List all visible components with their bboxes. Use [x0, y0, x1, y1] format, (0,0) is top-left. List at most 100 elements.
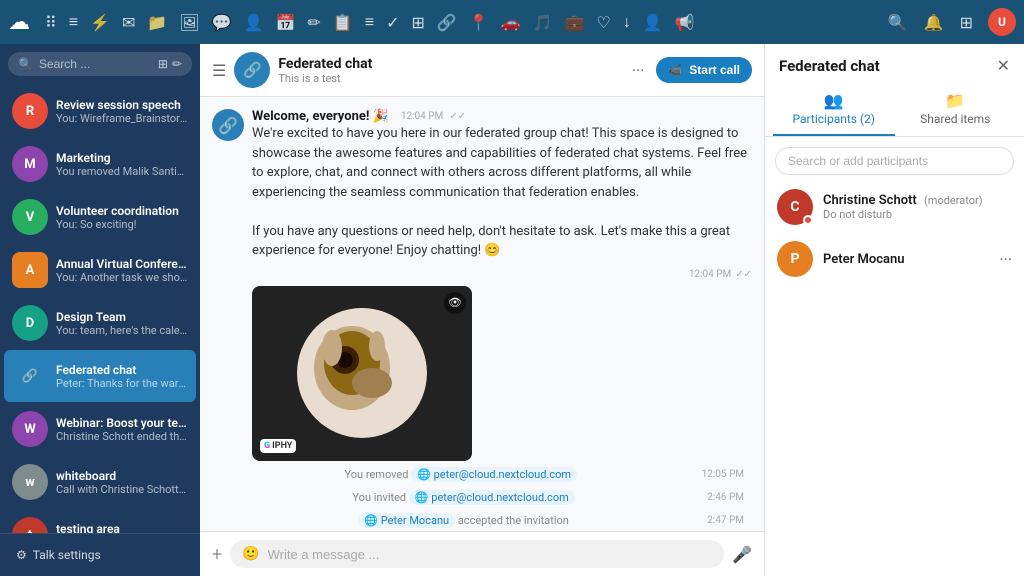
sidebar-item-text: testing area You: New whiteboard.whitboa…	[56, 522, 188, 534]
sidebar-item-design[interactable]: D Design Team You: team, here's the cale…	[4, 297, 196, 349]
user-chip: 🌐 peter@cloud.nextcloud.com	[411, 467, 577, 482]
conversation-preview: Christine Schott ended the call...	[56, 430, 188, 443]
sidebar-item-annual[interactable]: A Annual Virtual Conference You: Another…	[4, 244, 196, 296]
sidebar-item-webinar[interactable]: W Webinar: Boost your team's p... Christ…	[4, 403, 196, 455]
messages-area: 🔗 Welcome, everyone! 🎉 12:04 PM ✓✓ We're…	[200, 97, 764, 531]
chat-area: ☰ 🔗 Federated chat This is a test ··· 📹 …	[200, 44, 764, 576]
check-icon[interactable]: ✓	[381, 9, 404, 36]
add-attachment-button[interactable]: +	[212, 544, 222, 565]
list-icon[interactable]: ≡	[360, 8, 379, 36]
right-panel-title: Federated chat	[779, 57, 880, 75]
announce-icon[interactable]: 📢	[670, 9, 700, 36]
right-panel-tabs: 👥 Participants (2) 📁 Shared items	[765, 83, 1024, 137]
message-time: 12:04 PM	[401, 111, 443, 122]
message-input-wrap: 🙂	[230, 540, 724, 568]
portfolio-icon[interactable]: 💼	[560, 9, 590, 36]
sidebar-item-text: whiteboard Call with Christine Schott an…	[56, 469, 188, 496]
message-text: We're excited to have you here in our fe…	[252, 124, 752, 261]
participant-item-christine: C Christine Schott (moderator) Do not di…	[765, 181, 1024, 233]
video-icon: 📹	[668, 63, 683, 77]
hamburger-icon[interactable]: ☰	[212, 61, 226, 80]
download-icon[interactable]: ↓	[618, 8, 636, 36]
message-sender: Welcome, everyone! 🎉	[252, 109, 389, 124]
message-input[interactable]	[268, 547, 712, 562]
system-message-invited: You invited 🌐 peter@cloud.nextcloud.com …	[212, 488, 752, 507]
sidebar-item-marketing[interactable]: M Marketing You removed Malik Santiago	[4, 138, 196, 190]
heart-icon[interactable]: ♡	[591, 9, 615, 36]
search-input[interactable]	[39, 57, 152, 71]
chat-icon[interactable]: 💬	[207, 9, 237, 36]
search-icon[interactable]: 🔍	[883, 9, 913, 36]
filter-icon[interactable]: ⊞	[158, 57, 168, 71]
transport-icon[interactable]: 🚗	[496, 9, 526, 36]
system-text: You removed 🌐 peter@cloud.nextcloud.com	[220, 468, 702, 481]
conversation-name: testing area	[56, 522, 188, 534]
tab-shared-label: Shared items	[920, 112, 990, 126]
conversation-name: Federated chat	[56, 363, 188, 377]
sidebar-search-actions: ⊞ ✏	[158, 57, 182, 71]
sidebar-bottom: ⚙ Talk settings	[0, 533, 200, 576]
user-avatar[interactable]: U	[988, 8, 1016, 36]
lightning-icon[interactable]: ⚡	[85, 9, 115, 36]
edit-icon[interactable]: ✏	[302, 9, 325, 36]
map-icon[interactable]: 📍	[464, 9, 494, 36]
microphone-button[interactable]: 🎤	[732, 545, 752, 564]
calendar-icon[interactable]: 📅	[270, 9, 300, 36]
message-content: Welcome, everyone! 🎉 12:04 PM ✓✓ We're e…	[252, 109, 752, 261]
sidebar-item-federated[interactable]: 🔗 Federated chat Peter: Thanks for the w…	[4, 350, 196, 402]
avatar: D	[12, 305, 48, 341]
conversation-preview: You removed Malik Santiago	[56, 165, 188, 178]
emoji-icon[interactable]: 🙂	[242, 546, 259, 562]
tab-participants-label: Participants (2)	[793, 112, 875, 126]
chat-subtitle: This is a test	[278, 72, 372, 85]
nav-icons: ⠿ ≡ ⚡ ✉ 📁 🖼 💬 👤 📅 ✏ 📋 ≡ ✓ ⊞ 🔗 📍 🚗 🎵 💼 ♡ …	[40, 8, 700, 36]
participants-search	[775, 147, 1014, 175]
sidebar-item-whiteboard[interactable]: w whiteboard Call with Christine Schott …	[4, 456, 196, 508]
avatar: R	[12, 93, 48, 129]
files-icon[interactable]: 📁	[142, 9, 172, 36]
chat-header-info: Federated chat This is a test	[278, 56, 372, 85]
participant-status: Do not disturb	[823, 208, 1012, 221]
app-logo: ☁	[8, 10, 30, 35]
participant-name: Christine Schott (moderator)	[823, 193, 1012, 208]
table-icon[interactable]: ⊞	[406, 9, 429, 36]
avatar: A	[12, 252, 48, 288]
sidebar-item-review[interactable]: R Review session speech You: Wireframe_B…	[4, 85, 196, 137]
sidebar-item-testing[interactable]: t testing area You: New whiteboard.whitb…	[4, 509, 196, 533]
right-panel-header: Federated chat ✕	[765, 44, 1024, 75]
sidebar-search-area: 🔍 ⊞ ✏	[0, 44, 200, 84]
talk-settings-button[interactable]: ⚙ Talk settings	[8, 542, 192, 568]
sidebar-item-text: Review session speech You: Wireframe_Bra…	[56, 98, 188, 125]
user-icon[interactable]: 👤	[638, 9, 668, 36]
conversation-name: Design Team	[56, 310, 188, 324]
close-panel-button[interactable]: ✕	[997, 56, 1010, 75]
apps-grid-icon[interactable]: ⊞	[955, 9, 978, 36]
sidebar-item-volunteer[interactable]: V Volunteer coordination You: So excitin…	[4, 191, 196, 243]
message-row: 🔗 Welcome, everyone! 🎉 12:04 PM ✓✓ We're…	[212, 109, 752, 261]
mail-icon[interactable]: ✉	[117, 9, 140, 36]
link-icon[interactable]: 🔗	[432, 9, 462, 36]
conversation-preview: Call with Christine Schott and ...	[56, 483, 188, 496]
contacts-icon[interactable]: 👤	[239, 9, 269, 36]
status-dnd-icon	[803, 215, 813, 225]
music-icon[interactable]: 🎵	[528, 9, 558, 36]
participant-info: Christine Schott (moderator) Do not dist…	[823, 193, 1012, 221]
menu-icon[interactable]: ≡	[64, 8, 83, 36]
participants-search-input[interactable]	[775, 147, 1014, 175]
notification-icon[interactable]: 🔔	[919, 9, 949, 36]
start-call-button[interactable]: 📹 Start call	[656, 57, 752, 83]
image-icon[interactable]: 🖼	[174, 9, 204, 36]
more-options-icon[interactable]: ···	[628, 57, 649, 84]
giphy-hide-button[interactable]: 👁	[444, 292, 466, 314]
message-input-area: + 🙂 🎤	[200, 531, 764, 576]
tab-participants[interactable]: 👥 Participants (2)	[773, 83, 895, 136]
shared-icon: 📁	[945, 91, 965, 110]
message-time: 2:47 PM	[707, 515, 744, 526]
grid-icon[interactable]: ⠿	[40, 9, 62, 36]
avatar: t	[12, 517, 48, 533]
conversation-name: whiteboard	[56, 469, 188, 483]
new-chat-icon[interactable]: ✏	[172, 57, 182, 71]
notes-icon[interactable]: 📋	[328, 9, 358, 36]
participant-menu-button[interactable]: ···	[999, 250, 1012, 269]
tab-shared[interactable]: 📁 Shared items	[895, 83, 1017, 136]
